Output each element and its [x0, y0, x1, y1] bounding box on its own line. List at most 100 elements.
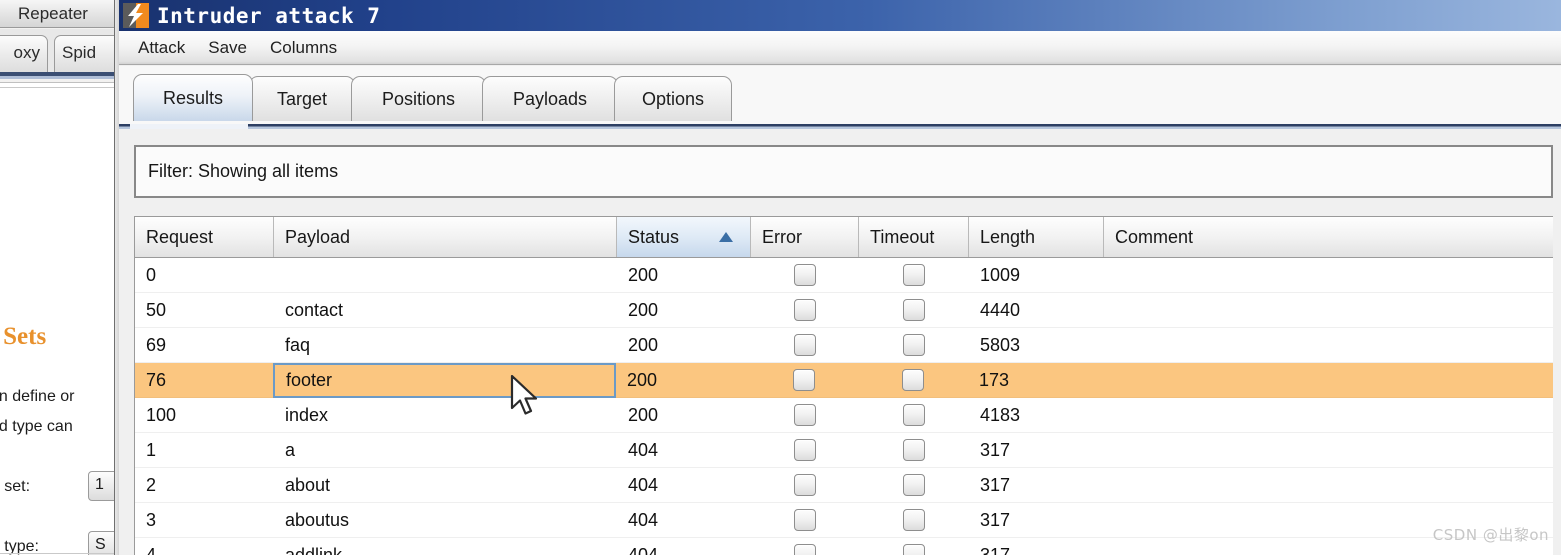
column-header-request[interactable]: Request: [135, 217, 274, 257]
cell-timeout[interactable]: [859, 328, 969, 363]
checkbox-icon[interactable]: [903, 509, 925, 531]
csdn-watermark: CSDN @出黎on: [1432, 526, 1549, 544]
cell-request: 50: [146, 299, 167, 320]
checkbox-icon[interactable]: [794, 474, 816, 496]
table-row[interactable]: 1 a 404 317: [135, 433, 1553, 468]
background-subtab-spider[interactable]: Spid: [54, 35, 122, 74]
cell-timeout[interactable]: [859, 503, 969, 538]
cell-timeout[interactable]: [859, 398, 969, 433]
cell-length: 4440: [980, 299, 1021, 320]
cell-payload: addlink: [285, 544, 343, 555]
table-row[interactable]: 4 addlink 404 317: [135, 538, 1553, 555]
table-row[interactable]: 100 index 200 4183: [135, 398, 1553, 433]
cell-payload: contact: [285, 299, 344, 320]
cell-timeout[interactable]: [859, 258, 969, 293]
column-header-comment-label: Comment: [1115, 226, 1194, 247]
cell-status: 404: [628, 544, 659, 555]
checkbox-icon[interactable]: [794, 334, 816, 356]
cell-length: 5803: [980, 334, 1021, 355]
cell-length: 4183: [980, 404, 1021, 425]
background-subtab-proxy[interactable]: oxy: [0, 35, 48, 74]
window-titlebar[interactable]: Intruder attack 7: [119, 0, 1561, 31]
window-title: Intruder attack 7: [157, 3, 381, 28]
cell-length: 317: [980, 439, 1011, 460]
checkbox-icon[interactable]: [903, 544, 925, 555]
checkbox-icon[interactable]: [794, 544, 816, 555]
menu-item-attack[interactable]: Attack: [136, 36, 187, 60]
checkbox-icon[interactable]: [793, 369, 815, 391]
checkbox-icon[interactable]: [794, 439, 816, 461]
checkbox-icon[interactable]: [903, 474, 925, 496]
column-header-error[interactable]: Error: [751, 217, 859, 257]
column-header-payload[interactable]: Payload: [274, 217, 617, 257]
menubar: Attack Save Columns: [119, 31, 1561, 65]
column-header-request-label: Request: [146, 226, 214, 247]
checkbox-icon[interactable]: [903, 439, 925, 461]
cell-comment: [1104, 258, 1443, 293]
table-row[interactable]: 76 footer 200 173: [135, 362, 1553, 398]
checkbox-icon[interactable]: [903, 334, 925, 356]
checkbox-icon[interactable]: [794, 509, 816, 531]
background-top-tabbar: Repeater: [0, 0, 122, 28]
tab-options[interactable]: Options: [614, 76, 732, 121]
cell-error[interactable]: [751, 293, 859, 328]
column-header-comment[interactable]: Comment: [1104, 217, 1443, 257]
table-row[interactable]: 3 aboutus 404 317: [135, 503, 1553, 538]
cell-timeout[interactable]: [859, 468, 969, 503]
tab-positions[interactable]: Positions: [351, 76, 486, 121]
checkbox-icon[interactable]: [902, 369, 924, 391]
cell-comment: [1104, 293, 1443, 328]
cell-timeout[interactable]: [859, 538, 969, 555]
background-desc-line-1: an define or: [0, 388, 75, 405]
cell-error[interactable]: [751, 328, 859, 363]
filter-bar[interactable]: Filter: Showing all items: [134, 145, 1553, 198]
cell-length: 1009: [980, 264, 1021, 285]
column-header-timeout[interactable]: Timeout: [859, 217, 969, 257]
table-row[interactable]: 50 contact 200 4440: [135, 293, 1553, 328]
cell-payload: footer: [273, 362, 616, 398]
cell-status: 200: [628, 334, 659, 355]
cell-error[interactable]: [751, 503, 859, 538]
cell-error[interactable]: [751, 258, 859, 293]
checkbox-icon[interactable]: [794, 299, 816, 321]
column-header-status[interactable]: Status: [617, 217, 751, 257]
tab-payloads[interactable]: Payloads: [482, 76, 618, 121]
cell-comment: [1104, 328, 1443, 363]
cell-request: 0: [146, 264, 157, 285]
cell-payload: aboutus: [285, 509, 350, 530]
menu-item-columns[interactable]: Columns: [268, 36, 339, 60]
tab-target[interactable]: Target: [249, 76, 355, 121]
table-row[interactable]: 69 faq 200 5803: [135, 328, 1553, 363]
background-burp-window: Repeater oxy Spid oad Sets an define or …: [0, 0, 122, 555]
cell-error[interactable]: [751, 538, 859, 555]
cell-timeout[interactable]: [859, 433, 969, 468]
cell-request: 100: [146, 404, 177, 425]
column-header-length-label: Length: [980, 226, 1036, 247]
checkbox-icon[interactable]: [903, 299, 925, 321]
background-tab-underline-light: [0, 76, 122, 79]
cell-length: 317: [980, 509, 1011, 530]
background-tab-repeater[interactable]: Repeater: [18, 4, 88, 24]
cell-error[interactable]: [751, 468, 859, 503]
checkbox-icon[interactable]: [903, 264, 925, 286]
checkbox-icon[interactable]: [794, 264, 816, 286]
table-row[interactable]: 0 200 1009: [135, 258, 1553, 293]
column-header-error-label: Error: [762, 226, 802, 247]
column-header-length[interactable]: Length: [969, 217, 1104, 257]
cell-timeout[interactable]: [859, 293, 969, 328]
cell-error[interactable]: [750, 363, 858, 398]
tab-results[interactable]: Results: [133, 74, 253, 121]
cell-comment: [1104, 468, 1443, 503]
cell-comment: [1103, 363, 1442, 398]
checkbox-icon[interactable]: [794, 404, 816, 426]
cell-error[interactable]: [751, 433, 859, 468]
menu-item-save[interactable]: Save: [206, 36, 249, 60]
cell-timeout[interactable]: [858, 363, 968, 398]
cell-request: 2: [146, 474, 157, 495]
cell-error[interactable]: [751, 398, 859, 433]
cell-request: 4: [146, 544, 157, 555]
cell-comment: [1104, 398, 1443, 433]
checkbox-icon[interactable]: [903, 404, 925, 426]
table-row[interactable]: 2 about 404 317: [135, 468, 1553, 503]
active-tab-underline-gap: [130, 124, 248, 129]
